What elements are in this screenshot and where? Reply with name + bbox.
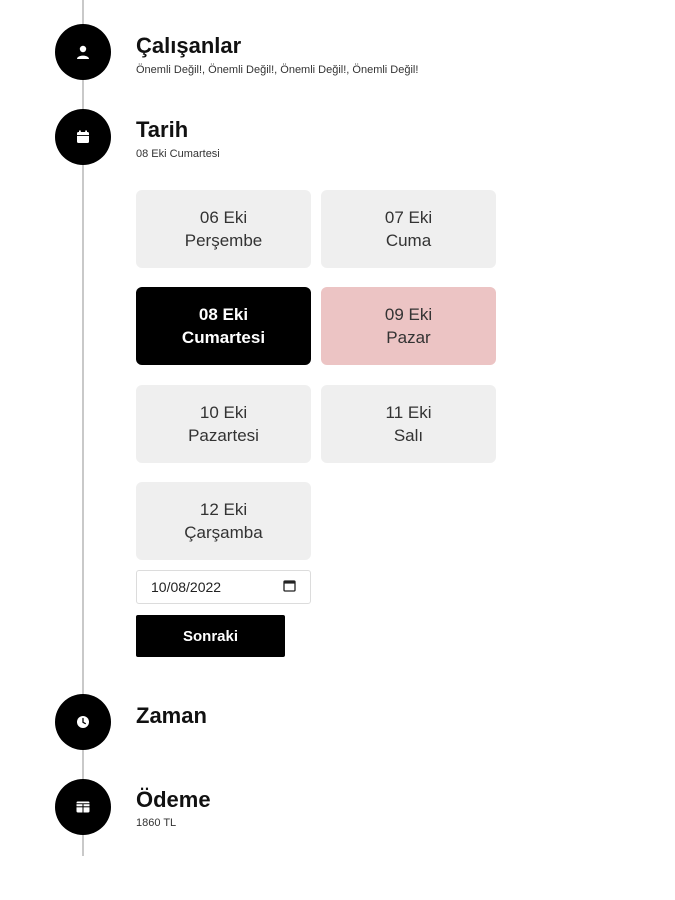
- date-input-value: 10/08/2022: [151, 579, 222, 595]
- day-card-10[interactable]: 10 Eki Pazartesi: [136, 385, 311, 463]
- day-card-date: 10 Eki: [199, 403, 248, 422]
- step-subtitle-date: 08 Eki Cumartesi: [136, 148, 220, 160]
- table-icon: [55, 779, 111, 835]
- day-card-date: 06 Eki: [199, 208, 248, 227]
- day-card-date: 11 Eki: [385, 403, 432, 422]
- day-card-07[interactable]: 07 Eki Cuma: [321, 190, 496, 268]
- day-card-09[interactable]: 09 Eki Pazar: [321, 287, 496, 365]
- date-input[interactable]: 10/08/2022: [136, 570, 311, 604]
- calendar-picker-icon[interactable]: [283, 579, 296, 595]
- step-title-employees[interactable]: Çalışanlar: [136, 33, 241, 59]
- day-card-date: 09 Eki: [384, 305, 433, 324]
- day-card-08-selected[interactable]: 08 Eki Cumartesi: [136, 287, 311, 365]
- day-card-weekday: Perşembe: [184, 231, 263, 250]
- day-card-weekday: Cumartesi: [181, 328, 266, 347]
- day-card-weekday: Cuma: [385, 231, 432, 250]
- day-card-11[interactable]: 11 Eki Salı: [321, 385, 496, 463]
- step-title-date[interactable]: Tarih: [136, 117, 188, 143]
- day-card-date: 07 Eki: [384, 208, 433, 227]
- day-card-date: 12 Eki: [199, 500, 248, 519]
- day-card-weekday: Salı: [393, 426, 424, 445]
- user-icon: [55, 24, 111, 80]
- next-button[interactable]: Sonraki: [136, 615, 285, 657]
- step-subtitle-payment: 1860 TL: [136, 817, 177, 829]
- day-card-weekday: Çarşamba: [184, 523, 263, 542]
- calendar-icon: [55, 109, 111, 165]
- day-card-weekday: Pazar: [386, 328, 431, 347]
- day-card-weekday: Pazartesi: [188, 426, 259, 445]
- day-card-date: 08 Eki: [198, 305, 249, 324]
- step-subtitle-employees: Önemli Değil!, Önemli Değil!, Önemli Değ…: [136, 64, 419, 76]
- day-card-06[interactable]: 06 Eki Perşembe: [136, 190, 311, 268]
- clock-icon: [55, 694, 111, 750]
- day-card-12[interactable]: 12 Eki Çarşamba: [136, 482, 311, 560]
- step-title-payment[interactable]: Ödeme: [136, 787, 211, 813]
- step-title-time[interactable]: Zaman: [136, 703, 207, 729]
